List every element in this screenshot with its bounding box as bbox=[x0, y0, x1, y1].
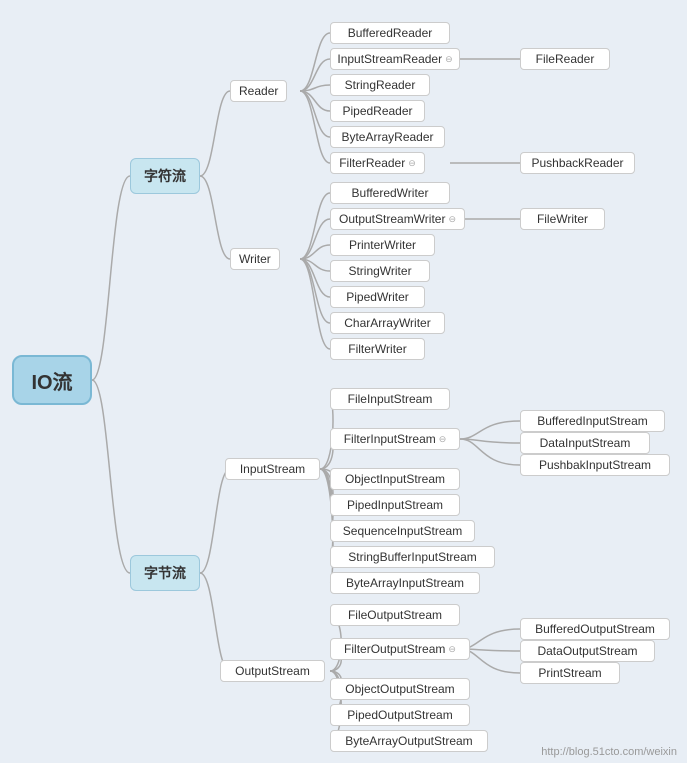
fileoutputstream-node: FileOutputStream bbox=[330, 604, 460, 626]
sequenceinputstream-label: SequenceInputStream bbox=[343, 524, 462, 538]
bufferedinputstream-node: BufferedInputStream bbox=[520, 410, 665, 432]
watermark-text: http://blog.51cto.com/weixin bbox=[541, 746, 677, 758]
reader-node: Reader bbox=[230, 80, 287, 102]
writer-label: Writer bbox=[239, 252, 271, 266]
bufferedoutputstream-label: BufferedOutputStream bbox=[535, 622, 655, 636]
pipedinputstream-node: PipedInputStream bbox=[330, 494, 460, 516]
filterwriter-node: FilterWriter bbox=[330, 338, 425, 360]
printstream-label: PrintStream bbox=[538, 666, 601, 680]
printerwriter-label: PrinterWriter bbox=[349, 238, 416, 252]
dataoutputstream-node: DataOutputStream bbox=[520, 640, 655, 662]
stringwriter-node: StringWriter bbox=[330, 260, 430, 282]
inputstream-label: InputStream bbox=[240, 462, 305, 476]
filereader-label: FileReader bbox=[536, 52, 595, 66]
pipedoutputstream-node: PipedOutputStream bbox=[330, 704, 470, 726]
objectoutputstream-label: ObjectOutputStream bbox=[345, 682, 454, 696]
bytearrayoutputstream-node: ByteArrayOutputStream bbox=[330, 730, 488, 752]
pushbakinputstream-node: PushbakInputStream bbox=[520, 454, 670, 476]
bufferedwriter-node: BufferedWriter bbox=[330, 182, 450, 204]
inputstreamreader-label: InputStreamReader bbox=[337, 52, 442, 66]
fileinputstream-node: FileInputStream bbox=[330, 388, 450, 410]
reader-label: Reader bbox=[239, 84, 278, 98]
inputstreamreader-node: InputStreamReader ⊖ bbox=[330, 48, 460, 70]
stringreader-node: StringReader bbox=[330, 74, 430, 96]
printerwriter-node: PrinterWriter bbox=[330, 234, 435, 256]
bytearrayreader-node: ByteArrayReader bbox=[330, 126, 445, 148]
charstream-label: 字符流 bbox=[144, 166, 186, 186]
datainputstream-node: DataInputStream bbox=[520, 432, 650, 454]
fileinputstream-label: FileInputStream bbox=[348, 392, 433, 406]
bufferedreader-node: BufferedReader bbox=[330, 22, 450, 44]
pipedoutputstream-label: PipedOutputStream bbox=[347, 708, 452, 722]
root-node: IO流 bbox=[12, 355, 92, 405]
bufferedinputstream-label: BufferedInputStream bbox=[537, 414, 648, 428]
sequenceinputstream-node: SequenceInputStream bbox=[330, 520, 475, 542]
bytearrayreader-label: ByteArrayReader bbox=[341, 130, 433, 144]
pipedinputstream-label: PipedInputStream bbox=[347, 498, 443, 512]
filterreader-label: FilterReader bbox=[339, 156, 405, 170]
bytearrayinputstream-node: ByteArrayInputStream bbox=[330, 572, 480, 594]
objectinputstream-node: ObjectInputStream bbox=[330, 468, 460, 490]
filewriter-label: FileWriter bbox=[537, 212, 588, 226]
pushbackreader-label: PushbackReader bbox=[531, 156, 623, 170]
printstream-node: PrintStream bbox=[520, 662, 620, 684]
stringbufferinputstream-label: StringBufferInputStream bbox=[348, 550, 477, 564]
outputstreamwriter-node: OutputStreamWriter ⊖ bbox=[330, 208, 465, 230]
filteroutputstream-label: FilterOutputStream bbox=[344, 642, 445, 656]
datainputstream-label: DataInputStream bbox=[540, 436, 631, 450]
root-label: IO流 bbox=[31, 366, 72, 395]
mind-map: IO流 字符流 字节流 Reader Writer InputStream Ou… bbox=[0, 0, 687, 763]
filterwriter-label: FilterWriter bbox=[348, 342, 406, 356]
watermark: http://blog.51cto.com/weixin bbox=[541, 746, 677, 758]
filterreader-node: FilterReader ⊖ bbox=[330, 152, 425, 174]
outputstream-label: OutputStream bbox=[235, 664, 310, 678]
objectoutputstream-node: ObjectOutputStream bbox=[330, 678, 470, 700]
bytestream-label: 字节流 bbox=[144, 563, 186, 583]
inputstream-node: InputStream bbox=[225, 458, 320, 480]
bufferedreader-label: BufferedReader bbox=[348, 26, 433, 40]
pipedwriter-node: PipedWriter bbox=[330, 286, 425, 308]
bufferedwriter-label: BufferedWriter bbox=[352, 186, 429, 200]
objectinputstream-label: ObjectInputStream bbox=[345, 472, 445, 486]
stringbufferinputstream-node: StringBufferInputStream bbox=[330, 546, 495, 568]
dataoutputstream-label: DataOutputStream bbox=[537, 644, 637, 658]
outputstreamwriter-label: OutputStreamWriter bbox=[339, 212, 445, 226]
filewriter-node: FileWriter bbox=[520, 208, 605, 230]
pipedwriter-label: PipedWriter bbox=[346, 290, 408, 304]
pipedreader-label: PipedReader bbox=[342, 104, 412, 118]
chararraywriter-label: CharArrayWriter bbox=[344, 316, 430, 330]
filterinputstream-node: FilterInputStream ⊖ bbox=[330, 428, 460, 450]
writer-node: Writer bbox=[230, 248, 280, 270]
pushbackreader-node: PushbackReader bbox=[520, 152, 635, 174]
fileoutputstream-label: FileOutputStream bbox=[348, 608, 442, 622]
stringwriter-label: StringWriter bbox=[348, 264, 411, 278]
charstream-node: 字符流 bbox=[130, 158, 200, 194]
stringreader-label: StringReader bbox=[345, 78, 416, 92]
outputstream-node: OutputStream bbox=[220, 660, 325, 682]
chararraywriter-node: CharArrayWriter bbox=[330, 312, 445, 334]
filereader-node: FileReader bbox=[520, 48, 610, 70]
pipedreader-node: PipedReader bbox=[330, 100, 425, 122]
pushbakinputstream-label: PushbakInputStream bbox=[539, 458, 651, 472]
bytearrayinputstream-label: ByteArrayInputStream bbox=[346, 576, 464, 590]
bytestream-node: 字节流 bbox=[130, 555, 200, 591]
filterinputstream-label: FilterInputStream bbox=[344, 432, 436, 446]
bytearrayoutputstream-label: ByteArrayOutputStream bbox=[345, 734, 472, 748]
filteroutputstream-node: FilterOutputStream ⊖ bbox=[330, 638, 470, 660]
bufferedoutputstream-node: BufferedOutputStream bbox=[520, 618, 670, 640]
